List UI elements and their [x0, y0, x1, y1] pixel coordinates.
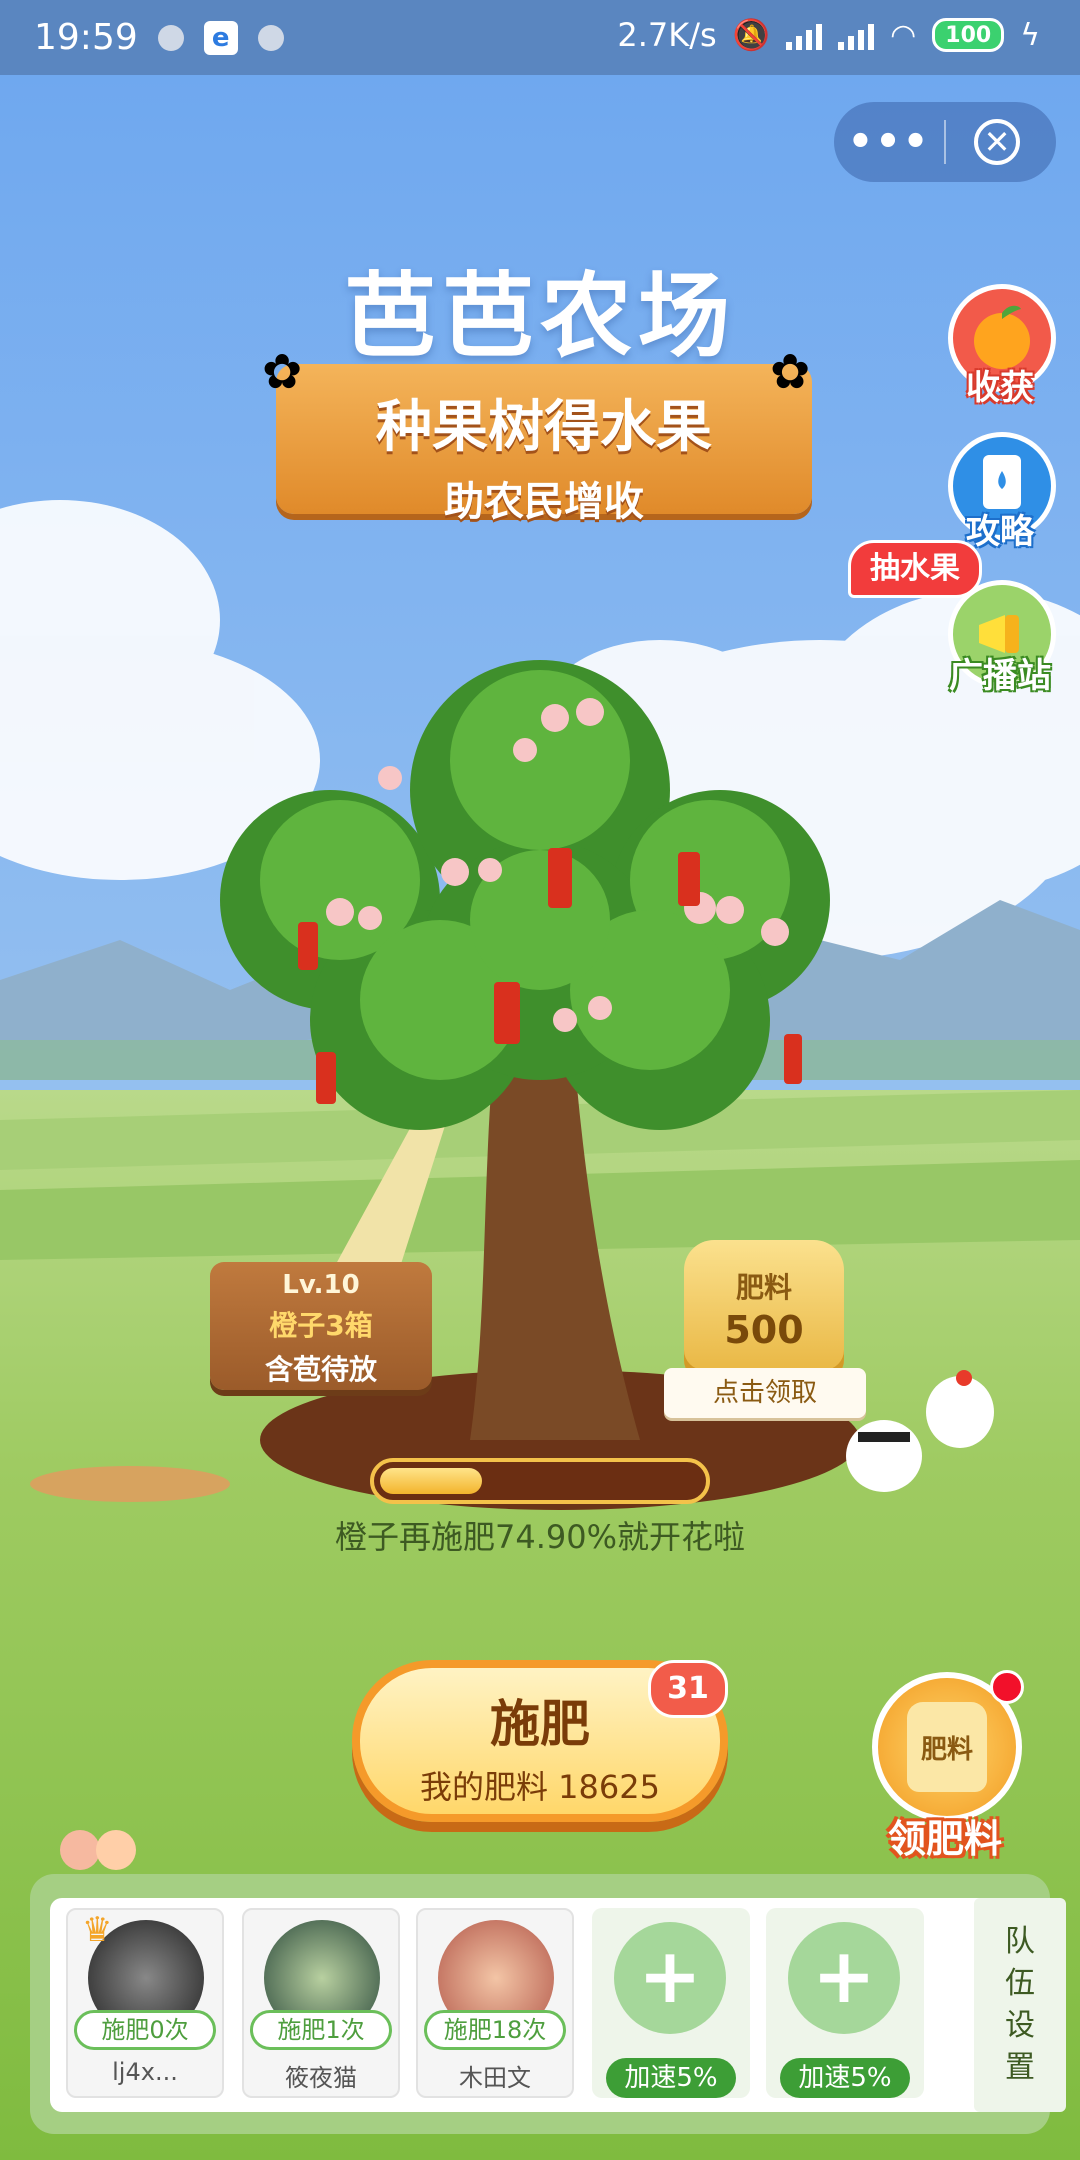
- team-member[interactable]: 施肥18次 木田文: [416, 1908, 574, 2098]
- team-settings-char: 队: [1005, 1924, 1035, 1959]
- growth-progress-fill: [380, 1468, 482, 1494]
- bag-label: 肥料: [735, 1271, 792, 1304]
- team-member[interactable]: ♛ 施肥0次 lj4x...: [66, 1908, 224, 2098]
- my-fertilizer-amount: 我的肥料 18625: [420, 1768, 660, 1806]
- growth-progress-text: 橙子再施肥74.90%就开花啦: [334, 1518, 746, 1556]
- get-fertilizer-label: 领肥料: [887, 1817, 1002, 1861]
- status-time: 19:59: [34, 17, 138, 58]
- fertilizer-bag-reward[interactable]: 肥料 500: [684, 1240, 844, 1380]
- plus-icon: +: [788, 1922, 900, 2034]
- flower-icon-left: ✿: [262, 344, 303, 400]
- invite-member-slot[interactable]: + 加速5%: [766, 1908, 924, 2098]
- notification-dot: [990, 1670, 1024, 1704]
- notification-icon-2: [257, 24, 284, 51]
- notification-icon: [157, 24, 184, 51]
- more-button[interactable]: •••: [834, 119, 944, 165]
- team-members-row: ♛ 施肥0次 lj4x... 施肥1次 筱夜猫 施肥18次 木田文 + 加速5%…: [50, 1898, 1066, 2112]
- plus-icon: +: [614, 1922, 726, 2034]
- member-fertilize-count: 施肥18次: [424, 2010, 566, 2050]
- status-bar: 19:59 e 2.7K/s 🔕 ◠ 100 ϟ: [0, 0, 1080, 75]
- page-title: 芭芭农场: [343, 263, 736, 370]
- growth-progress-bar: [370, 1458, 710, 1504]
- app-notification-icon: e: [203, 20, 238, 55]
- team-settings-char: 置: [1005, 2050, 1035, 2085]
- banner-line2: 助农民增收: [444, 479, 644, 525]
- harvest-label: 收获: [966, 368, 1034, 408]
- team-member[interactable]: 施肥1次 筱夜猫: [242, 1908, 400, 2098]
- battery-icon: 100: [932, 18, 1005, 52]
- fertilizer-sack-icon: 肥料: [907, 1702, 987, 1792]
- miniprogram-capsule: ••• ✕: [834, 102, 1056, 182]
- member-fertilize-count: 施肥0次: [74, 2010, 216, 2050]
- bag-amount: 500: [724, 1308, 804, 1352]
- broadcast-label: 广播站: [949, 656, 1051, 696]
- mute-bell-icon: 🔕: [732, 17, 771, 53]
- tree-level-sign: Lv.10 橙子3箱 含苞待放: [210, 1262, 432, 1390]
- member-name: 筱夜猫: [285, 2064, 357, 2092]
- flower-icon-right: ✿: [770, 344, 811, 400]
- boost-label: 加速5%: [606, 2058, 736, 2098]
- wifi-icon: ◠: [890, 17, 917, 53]
- claim-fertilizer-button[interactable]: 点击领取: [664, 1368, 866, 1418]
- signal-hd-icon: [838, 20, 875, 50]
- member-name: lj4x...: [112, 2058, 178, 2086]
- signal-icon: [786, 20, 823, 50]
- banner-line1: 种果树得水果: [376, 395, 712, 460]
- boost-label: 加速5%: [780, 2058, 910, 2098]
- charging-icon: ϟ: [1020, 17, 1040, 53]
- tree-fruit-reward: 橙子3箱: [269, 1309, 373, 1342]
- network-speed: 2.7K/s: [617, 16, 717, 54]
- team-panel: ♛ 施肥0次 lj4x... 施肥1次 筱夜猫 施肥18次 木田文 + 加速5%…: [30, 1874, 1066, 2134]
- team-settings-button[interactable]: 队 伍 设 置: [974, 1898, 1066, 2112]
- invite-member-slot[interactable]: + 加速5%: [592, 1908, 750, 2098]
- close-button[interactable]: ✕: [974, 119, 1020, 165]
- tree-level: Lv.10: [282, 1270, 360, 1300]
- slogan-banner: 种果树得水果 助农民增收: [276, 364, 812, 525]
- fertilize-count-badge: 31: [648, 1660, 728, 1718]
- member-name: 木田文: [459, 2064, 531, 2092]
- team-settings-char: 伍: [1005, 1966, 1035, 2001]
- capsule-divider: [944, 120, 946, 164]
- crown-icon: ♛: [82, 1910, 113, 1950]
- member-fertilize-count: 施肥1次: [250, 2010, 392, 2050]
- team-settings-char: 设: [1005, 2008, 1035, 2043]
- tree-status: 含苞待放: [264, 1353, 377, 1386]
